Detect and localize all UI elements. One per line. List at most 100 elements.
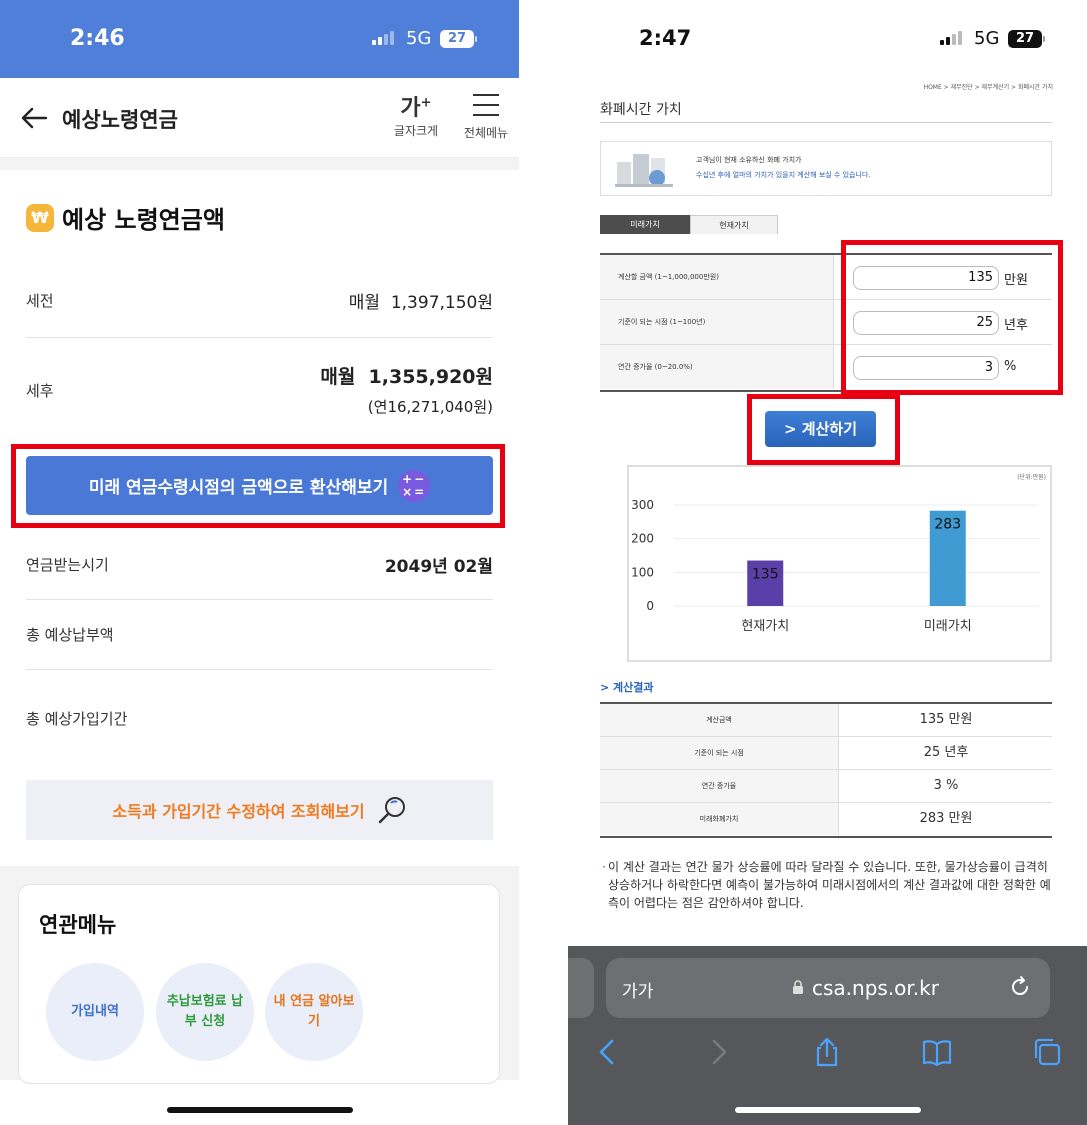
intro-line-1: 고객님이 현재 소유하신 화폐 가치가 [696, 156, 802, 164]
home-indicator [735, 1107, 921, 1113]
hamburger-icon [473, 94, 499, 116]
browser-toolbar: 가가 csa.nps.or.kr [568, 946, 1087, 1125]
network-label: 5G [974, 28, 1000, 49]
result-heading: > 계산결과 [600, 681, 654, 694]
years-label: 기준이 되는 시점 (1~100년) [600, 300, 834, 344]
posttax-annual: (연16,271,040원) [367, 398, 493, 416]
modify-query-label: 소득과 가입기간 수정하여 조회해보기 [112, 802, 365, 821]
breadcrumb: HOME > 재무진단 > 재무계산기 > 화폐시간 가치 [923, 84, 1053, 91]
total-paid-row: 총 예상납부액 [26, 600, 493, 670]
divider [600, 122, 1052, 123]
posttax-row: 세후 매월 1,355,920원 (연16,271,040원) [26, 338, 493, 434]
intro-box: 고객님이 현재 소유하신 화폐 가치가 수십년 후에 얼마의 가치가 있을지 계… [600, 141, 1052, 196]
section-title-text: 예상 노령연금액 [62, 206, 225, 234]
battery-icon: 27 [440, 30, 474, 48]
total-period-row: 총 예상가입기간 [26, 670, 493, 760]
x-category-label: 현재가치 [741, 619, 789, 634]
money-illustration-icon [615, 154, 673, 187]
home-indicator [167, 1107, 353, 1113]
right-phone-screen: 2:47 5G 27 HOME > 재무진단 > 재무계산기 > 화폐시간 가치… [568, 0, 1087, 1125]
result-label: 계산금액 [600, 704, 839, 736]
url-text: csa.nps.or.kr [812, 976, 939, 1000]
battery-icon: 27 [1008, 30, 1042, 48]
font-size-icon: 가+ [400, 95, 432, 121]
lock-icon [793, 980, 803, 994]
related-item-my-pension[interactable]: 내 연금 알아보기 [265, 963, 363, 1061]
highlight-box [747, 394, 900, 465]
status-bar: 2:46 5G 27 [0, 0, 519, 78]
pretax-label: 세전 [26, 292, 54, 310]
status-time: 2:47 [639, 26, 692, 50]
app-header: 예상노령연금 가+ 글자크게 전체메뉴 [0, 78, 519, 158]
forward-icon[interactable] [702, 1036, 734, 1068]
pension-start-value: 2049년 02월 [384, 557, 493, 577]
posttax-value: 매월 1,355,920원 [320, 366, 493, 388]
result-value: 3 % [933, 778, 959, 793]
result-label: 미래화폐가치 [600, 803, 839, 835]
bar-value-label: 283 [934, 517, 961, 533]
page-title: 예상노령연금 [62, 108, 178, 132]
bullet-icon: · [602, 860, 606, 874]
table-row: 연간 증가율 3 % [600, 770, 1052, 803]
divider [0, 158, 519, 170]
back-icon[interactable] [592, 1036, 624, 1068]
signal-icon [372, 31, 394, 45]
pension-start-label: 연금받는시기 [26, 556, 109, 574]
x-category-label: 미래가치 [924, 619, 972, 634]
section-title: ₩ 예상 노령연금액 [26, 200, 225, 235]
result-label: 연간 증가율 [600, 770, 839, 802]
full-menu-label: 전체메뉴 [463, 126, 509, 140]
previous-tab-stub[interactable] [568, 958, 594, 1018]
tab-present-value[interactable]: 현재가치 [690, 215, 778, 234]
signal-icon [940, 31, 962, 45]
reload-icon[interactable] [1008, 975, 1032, 999]
tabs-icon[interactable] [1031, 1036, 1063, 1068]
pretax-value: 매월 1,397,150원 [348, 293, 493, 313]
y-tick-label: 0 [646, 599, 654, 613]
related-menu-card: 연관메뉴 가입내역 추납보험료 납부 신청 내 연금 알아보기 [18, 884, 500, 1084]
page-title: 화폐시간 가치 [600, 102, 682, 118]
result-value: 283 만원 [919, 811, 973, 826]
left-phone-screen: 2:46 5G 27 예상노령연금 가+ 글자크게 전체메뉴 ₩ 예상 노령연금… [0, 0, 519, 1125]
disclaimer-note: · 이 계산 결과는 연간 물가 상승률에 따라 달라질 수 있습니다. 또한,… [602, 858, 1058, 912]
y-tick-label: 300 [631, 498, 654, 512]
status-time: 2:46 [70, 26, 125, 51]
back-arrow-icon[interactable] [20, 106, 48, 130]
table-row: 계산금액 135 만원 [600, 704, 1052, 737]
y-tick-label: 200 [631, 532, 654, 546]
result-value: 135 만원 [919, 712, 973, 727]
full-menu-button[interactable]: 전체메뉴 [457, 90, 515, 141]
disclaimer-text: 이 계산 결과는 연간 물가 상승률에 따라 달라질 수 있습니다. 또한, 물… [608, 860, 1051, 910]
value-chart: (단위:만원) 0 100 200 300 135 현재가치 283 미래가치 [627, 465, 1052, 662]
table-row: 미래화폐가치 283 만원 [600, 803, 1052, 836]
font-size-label: 글자크게 [393, 124, 439, 138]
font-size-button[interactable]: 가+ 글자크게 [388, 90, 444, 139]
address-bar[interactable]: 가가 csa.nps.or.kr [606, 958, 1050, 1018]
tab-future-value[interactable]: 미래가치 [600, 215, 690, 234]
share-icon[interactable] [811, 1036, 843, 1068]
related-item-join-history[interactable]: 가입내역 [46, 963, 144, 1061]
result-value: 25 년후 [923, 745, 969, 760]
bar-chart: (단위:만원) 0 100 200 300 135 현재가치 283 미래가치 [631, 473, 1046, 634]
rate-label: 연간 증가율 (0~20.0%) [600, 345, 834, 389]
posttax-label: 세후 [26, 382, 54, 400]
won-icon: ₩ [26, 203, 54, 232]
total-paid-label: 총 예상납부액 [26, 626, 114, 644]
highlight-box [11, 444, 505, 528]
bar-value-label: 135 [752, 567, 779, 583]
search-icon [378, 797, 405, 824]
network-label: 5G [406, 28, 432, 49]
modify-query-button[interactable]: 소득과 가입기간 수정하여 조회해보기 [26, 780, 493, 840]
total-period-label: 총 예상가입기간 [26, 710, 128, 728]
related-item-additional-payment[interactable]: 추납보험료 납부 신청 [156, 963, 254, 1061]
chart-unit-label: (단위:만원) [1017, 473, 1046, 481]
intro-line-2: 수십년 후에 얼마의 가치가 있을지 계산해 보실 수 있습니다. [696, 171, 871, 179]
highlight-box [841, 240, 1063, 395]
pretax-row: 세전 매월 1,397,150원 [26, 268, 493, 338]
bookmarks-icon[interactable] [921, 1036, 953, 1068]
reader-aa-button[interactable]: 가가 [622, 977, 653, 1002]
amount-label: 계산할 금액 (1~1,000,000만원) [600, 255, 834, 299]
result-table: 계산금액 135 만원 기준이 되는 시점 25 년후 연간 증가율 3 % 미… [600, 702, 1052, 838]
pension-start-row: 연금받는시기 2049년 02월 [26, 530, 493, 600]
table-row: 기준이 되는 시점 25 년후 [600, 737, 1052, 770]
